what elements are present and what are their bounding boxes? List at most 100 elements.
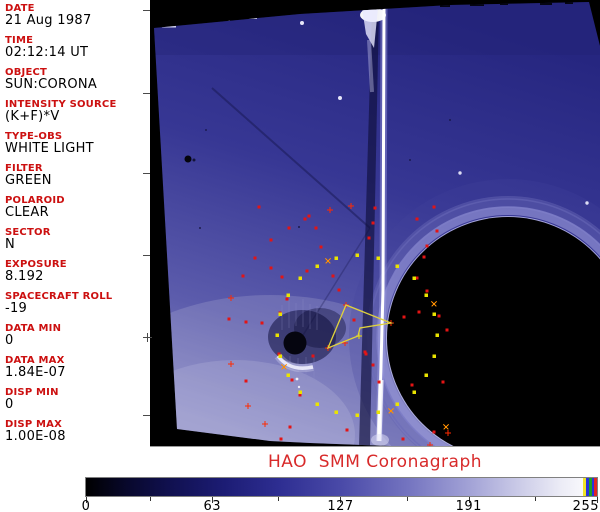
fiducial-dot-yellow [432,312,436,316]
field-value: 0 [5,397,14,412]
colorbar-stripe [594,478,597,496]
fiducial-dot-red [269,238,273,242]
fiducial-dot-red [432,205,436,209]
fiducial-dot-red [441,380,445,384]
fiducial-dot-red [319,245,323,249]
fiducial-dot-yellow [315,264,319,268]
fiducial-dot-red [244,379,248,383]
fiducial-dot-red [241,274,245,278]
field-value: 0 [5,333,14,348]
fiducial-dot-red [415,276,419,280]
fiducial-dot-yellow [395,264,399,268]
field-label: SECTOR [5,227,51,238]
coronagraph-viewport [150,0,600,446]
colorbar-label: 191 [455,499,482,512]
axis-tick-left [143,255,150,256]
footer: HAO SMM Coronagraph 0 63 127 191 255 [0,447,600,512]
fiducial-dot-red [410,383,414,387]
axis-tick-left [143,10,150,11]
fiducial-dot-red [285,297,289,301]
fiducial-dot-yellow [315,402,319,406]
fiducial-dot-yellow [424,293,428,297]
fiducial-dot-red [337,288,341,292]
metadata-field-object: OBJECT SUN:CORONA [5,67,150,92]
fiducial-dot-red [422,255,426,259]
fiducial-dot-yellow [275,333,279,337]
axis-tick-left [143,173,150,174]
fiducial-dot-red [260,321,264,325]
fiducial-dot-red [415,217,419,221]
field-label: DATA MIN [5,323,62,334]
field-label: DISP MIN [5,387,59,398]
metadata-field-intensity-source: INTENSITY SOURCE (K+F)*V [5,99,150,124]
fiducial-dot-red [303,217,307,221]
fiducial-dot-red [288,425,292,429]
fiducial-dot-yellow [286,373,290,377]
colorbar-minor-tick [278,497,280,501]
fiducial-dot-red [402,315,406,319]
axis-cross-left [147,333,148,342]
metadata-field-exposure: EXPOSURE 8.192 [5,259,150,284]
fiducial-dot-yellow [278,354,282,358]
fiducial-dot-yellow [278,312,282,316]
field-value: WHITE LIGHT [5,141,94,156]
fiducial-dot-red [305,269,309,273]
fiducial-dot-red [364,352,368,356]
fiducial-dot-yellow [412,276,416,280]
fiducial-dot-yellow [334,410,338,414]
fiducial-dot-red [279,437,283,441]
field-value: 1.84E-07 [5,365,66,380]
fiducial-dot-red [435,229,439,233]
coronagraph-image [154,2,600,446]
fiducial-dot-red [371,363,375,367]
colorbar-gradient [85,477,598,497]
colorbar-minor-tick [534,497,536,501]
fiducial-dot-red [377,380,381,384]
field-value: 02:12:14 UT [5,45,89,60]
field-value: CLEAR [5,205,49,220]
metadata-field-disp-max: DISP MAX 1.00E-08 [5,419,150,444]
fiducial-dot-red [437,314,441,318]
fiducial-dot-yellow [298,390,302,394]
fiducial-dot-red [307,214,311,218]
metadata-field-polaroid: POLAROID CLEAR [5,195,150,220]
fiducial-dot-red [417,310,421,314]
field-value: 8.192 [5,269,44,284]
metadata-field-data-min: DATA MIN 0 [5,323,150,348]
metadata-field-disp-min: DISP MIN 0 [5,387,150,412]
field-value: N [5,237,16,252]
fiducial-dot-red [367,236,371,240]
fiducial-dot-red [290,378,294,382]
metadata-field-date: DATE 21 Aug 1987 [5,3,150,28]
fiducial-dot-red [298,393,302,397]
image-title: HAO SMM Coronagraph [267,452,483,472]
colorbar-label: 255 [572,499,599,512]
fiducial-dot-red [373,206,377,210]
field-value: (K+F)*V [5,109,60,124]
fiducial-dot-red [314,226,318,230]
fiducial-dot-yellow [376,410,380,414]
fiducial-dot-red [352,318,356,322]
metadata-field-type-obs: TYPE-OBS WHITE LIGHT [5,131,150,156]
fiducial-dot-yellow [412,390,416,394]
fiducial-dot-red [345,428,349,432]
field-value: 1.00E-08 [5,429,66,444]
fiducial-dot-red [331,274,335,278]
fiducial-dot-red [425,244,429,248]
fiducial-dot-red [401,437,405,441]
fiducial-dot-yellow [435,333,439,337]
metadata-field-data-max: DATA MAX 1.84E-07 [5,355,150,380]
fiducial-dot-red [311,354,315,358]
colorbar-label: 0 [81,499,91,512]
fiducial-dot-red [253,256,257,260]
fiducial-dot-red [371,221,375,225]
fiducial-dot-red [257,205,261,209]
app-window: DATE 21 Aug 1987 TIME 02:12:14 UT OBJECT… [0,0,600,512]
axis-tick-left [143,415,150,416]
fiducial-dot-yellow [334,256,338,260]
fiducial-dot-yellow [424,373,428,377]
field-value: 21 Aug 1987 [5,13,92,28]
metadata-field-time: TIME 02:12:14 UT [5,35,150,60]
metadata-field-spacecraft-roll: SPACECRAFT ROLL -19 [5,291,150,316]
fiducial-dot-red [244,320,248,324]
